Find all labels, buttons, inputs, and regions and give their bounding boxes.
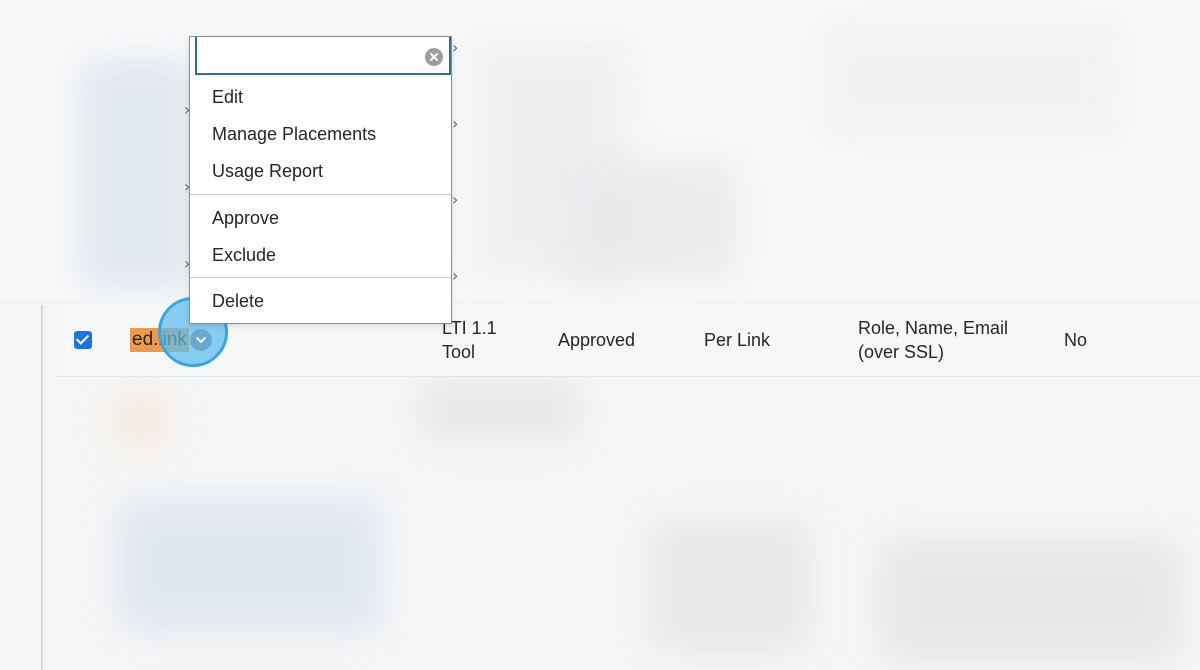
menu-divider	[190, 277, 451, 278]
row-actions-menu: Edit Manage Placements Usage Report Appr…	[189, 36, 452, 324]
menu-search	[195, 37, 451, 75]
partial-row-icon: ›	[452, 38, 459, 57]
row-checkbox[interactable]	[74, 331, 92, 349]
partial-row-icon: ›	[452, 266, 459, 285]
blurred-region	[820, 20, 1120, 140]
screen: › › › › › › › ed.link LTI 1.1 Tool Appro…	[0, 0, 1200, 670]
blurred-region	[420, 380, 580, 440]
partial-row-icon: ›	[452, 114, 459, 133]
clear-search-button[interactable]	[425, 48, 443, 66]
row-actions-button[interactable]	[190, 329, 212, 351]
menu-item-delete[interactable]: Delete	[212, 289, 264, 313]
table-left-border	[41, 305, 43, 670]
blurred-region	[110, 390, 170, 450]
menu-divider	[190, 194, 451, 195]
menu-item-exclude[interactable]: Exclude	[212, 243, 276, 267]
menu-item-usage-report[interactable]: Usage Report	[212, 159, 323, 183]
chevron-down-icon	[196, 337, 206, 343]
tool-privacy: Per Link	[704, 330, 771, 350]
menu-search-input[interactable]	[197, 37, 417, 71]
blurred-region	[120, 500, 380, 630]
blurred-region	[880, 540, 1180, 660]
clear-circle-icon	[430, 53, 438, 61]
menu-item-edit[interactable]: Edit	[212, 85, 243, 109]
menu-item-approve[interactable]: Approve	[212, 206, 279, 230]
blurred-region	[650, 520, 810, 650]
tool-data-shared: Role, Name, Email (over SSL)	[858, 318, 1009, 362]
menu-item-manage-placements[interactable]: Manage Placements	[212, 122, 376, 146]
tool-status: Approved	[558, 330, 636, 350]
tool-flag: No	[1064, 330, 1088, 350]
partial-row-icon: ›	[452, 190, 459, 209]
tool-type: LTI 1.1 Tool	[442, 318, 497, 362]
blurred-region	[80, 60, 200, 290]
blurred-region	[560, 160, 740, 280]
